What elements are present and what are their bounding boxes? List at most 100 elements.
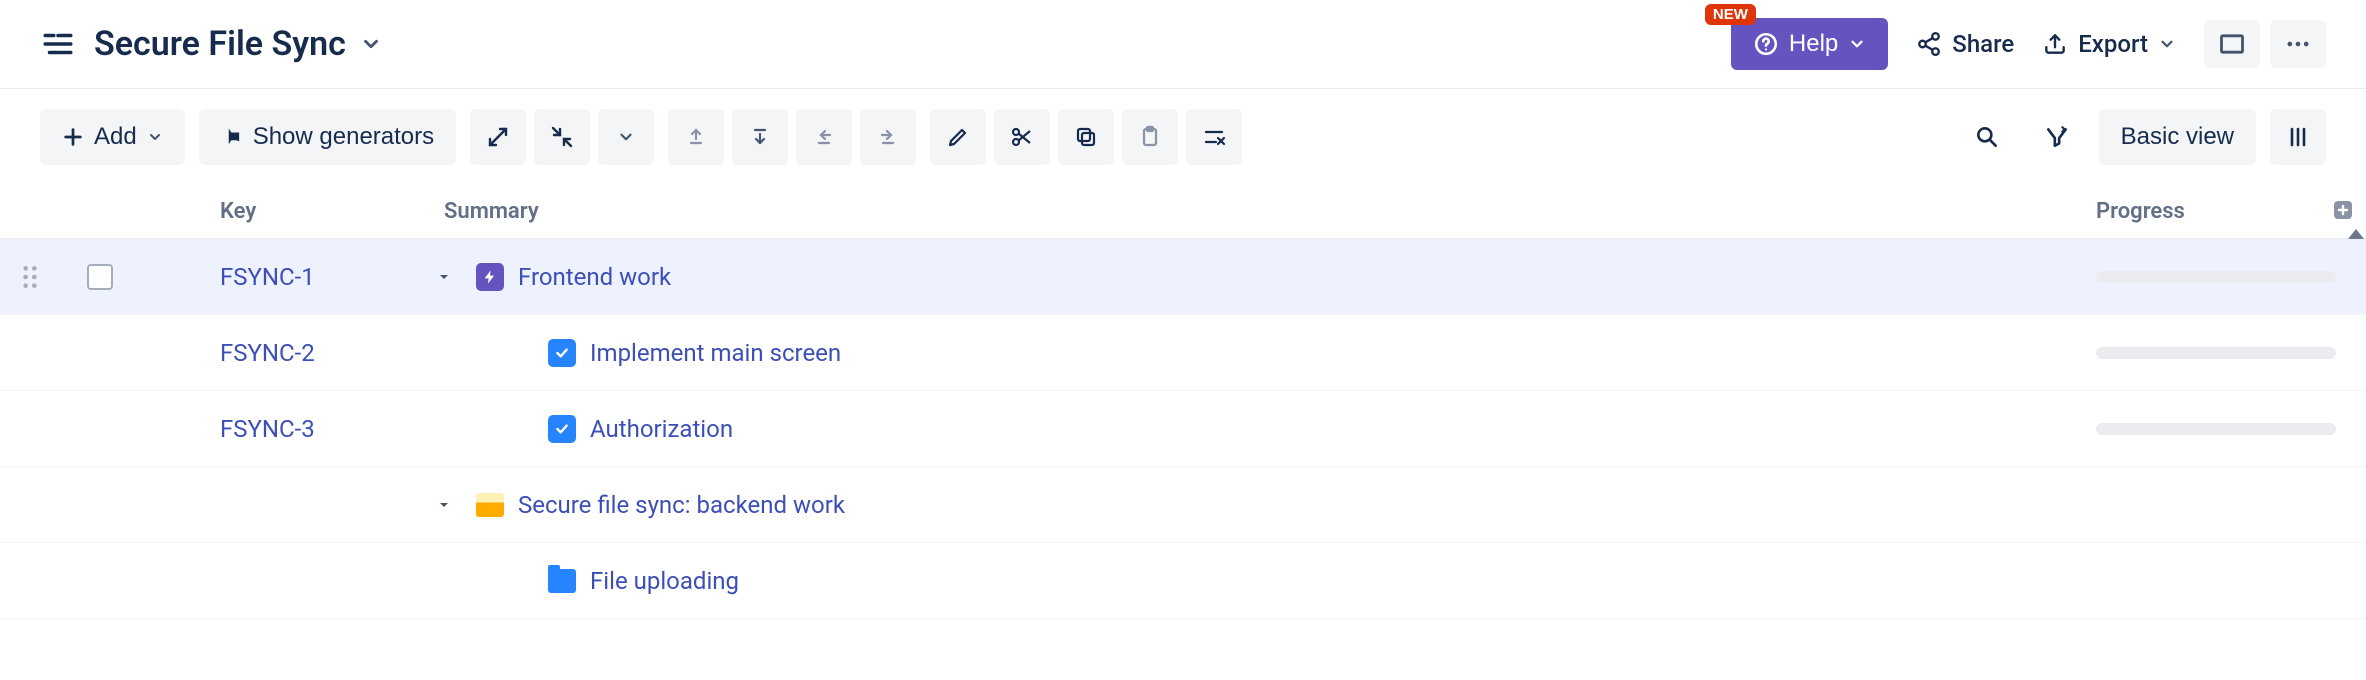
header-left: Secure File Sync: [40, 24, 382, 64]
plus-icon: [62, 126, 84, 148]
plus-square-icon: [2331, 198, 2355, 222]
issue-key-link[interactable]: FSYNC-1: [220, 263, 315, 291]
add-column-button[interactable]: [2328, 195, 2358, 225]
expand-collapse-group: [470, 109, 654, 165]
chevron-down-icon: [2158, 35, 2176, 53]
share-icon: [1916, 31, 1942, 57]
more-icon: [2284, 30, 2312, 58]
copy-button[interactable]: [1058, 109, 1114, 165]
epic-icon: [476, 263, 504, 291]
column-header-key[interactable]: Key: [140, 199, 430, 224]
search-button[interactable]: [1959, 109, 2015, 165]
toolbar: Add Show generators: [0, 89, 2366, 185]
progress-bar: [2096, 347, 2336, 359]
table-row[interactable]: Secure file sync: backend work: [0, 467, 2366, 543]
show-generators-label: Show generators: [253, 123, 434, 151]
expand-icon: [486, 125, 510, 149]
export-label: Export: [2078, 30, 2148, 58]
help-icon: [1753, 31, 1779, 57]
expand-dropdown-button[interactable]: [598, 109, 654, 165]
columns-icon: [2286, 125, 2310, 149]
paste-icon: [1138, 125, 1162, 149]
issue-table: Key Summary Progress FSYNC-1 Frontend wor…: [0, 185, 2366, 619]
cut-button[interactable]: [994, 109, 1050, 165]
show-generators-button[interactable]: Show generators: [199, 109, 456, 165]
table-row[interactable]: File uploading: [0, 543, 2366, 619]
expand-toggle[interactable]: [430, 491, 458, 519]
column-header-summary[interactable]: Summary: [430, 199, 2096, 224]
row-checkbox[interactable]: [87, 264, 113, 290]
folder-icon: [548, 569, 576, 593]
task-icon: [548, 415, 576, 443]
export-button[interactable]: Export: [2042, 30, 2176, 58]
structure-group: [668, 109, 916, 165]
export-icon: [2042, 31, 2068, 57]
move-up-icon: [684, 125, 708, 149]
collapse-all-button[interactable]: [534, 109, 590, 165]
scroll-up-indicator: [2348, 229, 2364, 239]
search-icon: [1974, 124, 2000, 150]
delete-icon: [1202, 125, 1226, 149]
table-row[interactable]: FSYNC-3 Authorization: [0, 391, 2366, 467]
pin-icon: [221, 126, 243, 148]
chevron-down-icon: [1848, 35, 1866, 53]
issue-summary-link[interactable]: File uploading: [590, 567, 739, 595]
columns-button[interactable]: [2270, 109, 2326, 165]
chevron-down-icon: [147, 129, 163, 145]
issue-summary-link[interactable]: Authorization: [590, 415, 733, 443]
filter-icon: [2044, 124, 2070, 150]
issue-key-link[interactable]: FSYNC-3: [220, 415, 315, 443]
share-button[interactable]: Share: [1916, 30, 2014, 58]
more-button[interactable]: [2270, 20, 2326, 68]
page-title-dropdown[interactable]: Secure File Sync: [94, 24, 382, 64]
expand-toggle[interactable]: [430, 263, 458, 291]
basic-view-label: Basic view: [2121, 123, 2234, 151]
outdent-icon: [812, 125, 836, 149]
copy-icon: [1074, 125, 1098, 149]
chevron-down-icon: [617, 128, 635, 146]
page-title: Secure File Sync: [94, 24, 346, 64]
indent-button[interactable]: [860, 109, 916, 165]
pencil-icon: [946, 125, 970, 149]
progress-bar: [2096, 423, 2336, 435]
column-header-progress[interactable]: Progress: [2096, 199, 2366, 224]
fullscreen-icon: [2218, 30, 2246, 58]
delete-button[interactable]: [1186, 109, 1242, 165]
collapse-icon: [550, 125, 574, 149]
task-icon: [548, 339, 576, 367]
issue-summary-link[interactable]: Secure file sync: backend work: [518, 491, 845, 519]
header-icon-group: [2204, 20, 2326, 68]
move-down-button[interactable]: [732, 109, 788, 165]
add-label: Add: [94, 123, 137, 151]
edit-group: [930, 109, 1242, 165]
scissors-icon: [1010, 125, 1034, 149]
header-right: NEW Help Share Export: [1731, 18, 2326, 70]
issue-summary-link[interactable]: Implement main screen: [590, 339, 841, 367]
issue-key-link[interactable]: FSYNC-2: [220, 339, 315, 367]
fullscreen-button[interactable]: [2204, 20, 2260, 68]
expand-all-button[interactable]: [470, 109, 526, 165]
drag-handle[interactable]: [0, 264, 60, 290]
plan-icon: [40, 26, 76, 62]
edit-button[interactable]: [930, 109, 986, 165]
help-label: Help: [1789, 30, 1838, 58]
issue-summary-link[interactable]: Frontend work: [518, 263, 671, 291]
chevron-down-icon: [360, 33, 382, 55]
add-button[interactable]: Add: [40, 109, 185, 165]
progress-bar: [2096, 271, 2336, 283]
help-button[interactable]: NEW Help: [1731, 18, 1888, 70]
table-row[interactable]: FSYNC-1 Frontend work: [0, 239, 2366, 315]
outdent-button[interactable]: [796, 109, 852, 165]
indent-icon: [876, 125, 900, 149]
table-row[interactable]: FSYNC-2 Implement main screen: [0, 315, 2366, 391]
folder-icon: [476, 493, 504, 517]
move-up-button[interactable]: [668, 109, 724, 165]
new-badge: NEW: [1705, 4, 1756, 25]
filter-button[interactable]: [2029, 109, 2085, 165]
share-label: Share: [1952, 30, 2014, 58]
table-header: Key Summary Progress: [0, 185, 2366, 239]
paste-button[interactable]: [1122, 109, 1178, 165]
basic-view-button[interactable]: Basic view: [2099, 109, 2256, 165]
move-down-icon: [748, 125, 772, 149]
page-header: Secure File Sync NEW Help Share: [0, 0, 2366, 89]
